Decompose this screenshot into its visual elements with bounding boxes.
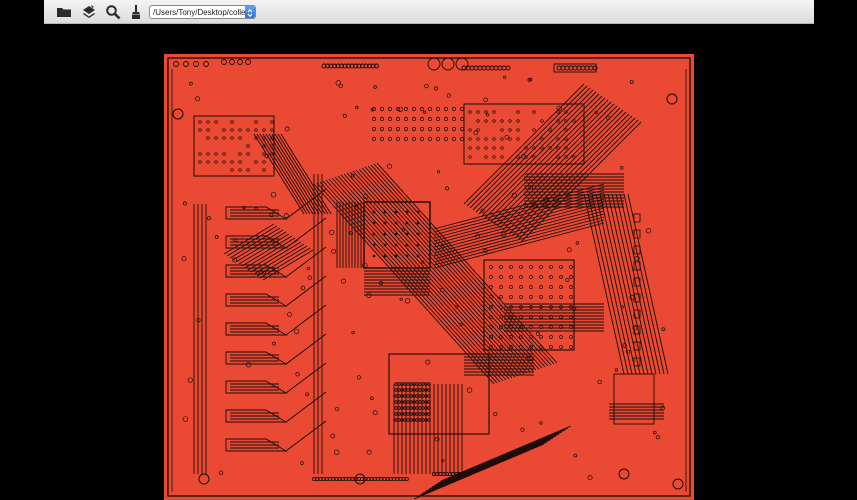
bga-ball [416, 232, 420, 236]
chevron-updown-icon [247, 8, 253, 18]
bga-ball [405, 210, 409, 214]
bga-ball [383, 232, 387, 236]
folder-icon[interactable] [56, 4, 72, 20]
bga-ball [372, 243, 376, 247]
bga-ball [372, 232, 376, 236]
path-select[interactable]: /Users/Tony/Desktop/collection [149, 5, 256, 19]
select-stepper[interactable] [245, 6, 255, 18]
bga-ball [372, 221, 376, 225]
brush-icon[interactable] [128, 4, 144, 20]
pcb-board-render[interactable] [164, 54, 694, 500]
bga-ball [394, 221, 398, 225]
bga-ball [416, 221, 420, 225]
bga-ball [383, 243, 387, 247]
bga-ball [405, 221, 409, 225]
bga-ball [383, 221, 387, 225]
bga-ball [416, 243, 420, 247]
bga-ball [405, 243, 409, 247]
layers-icon[interactable] [81, 4, 97, 20]
magnifier-icon[interactable] [105, 4, 121, 20]
path-value: /Users/Tony/Desktop/collection [153, 8, 245, 17]
bga-ball [372, 210, 376, 214]
bga-ball [394, 243, 398, 247]
viewer-canvas[interactable] [0, 24, 857, 500]
bga-ball [405, 254, 409, 258]
bga-ball [383, 210, 387, 214]
bga-ball [383, 254, 387, 258]
bga-ball [394, 254, 398, 258]
bga-ball [416, 254, 420, 258]
bga-ball [405, 232, 409, 236]
toolbar: /Users/Tony/Desktop/collection [44, 0, 814, 24]
bga-ball [416, 210, 420, 214]
bga-ball [394, 210, 398, 214]
bga-ball [394, 232, 398, 236]
bga-ball [372, 254, 376, 258]
